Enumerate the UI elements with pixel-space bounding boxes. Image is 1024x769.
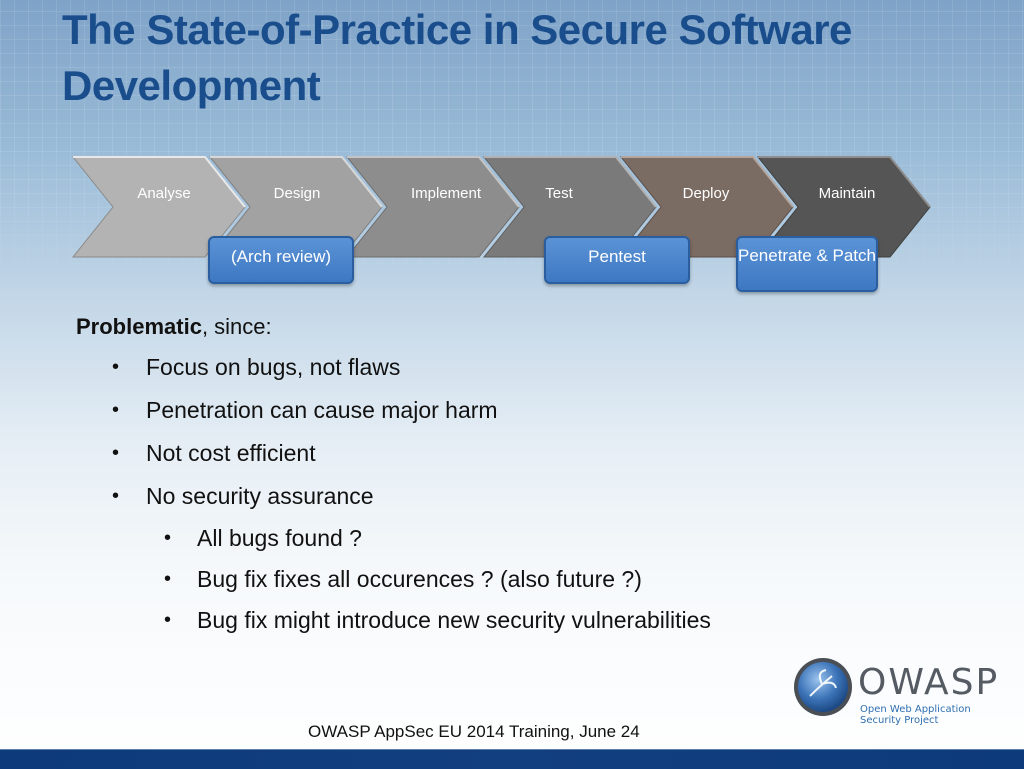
list-item-text: Bug fix might introduce new security vul… <box>197 607 711 633</box>
bullet-icon: • <box>112 442 120 464</box>
bullet-icon: • <box>164 609 172 631</box>
logo-wordmark: OWASP <box>858 662 1000 703</box>
logo-subtitle-line: Open Web Application <box>860 704 971 715</box>
bullet-icon: • <box>164 568 172 590</box>
list-item: • No security assurance <box>76 475 711 518</box>
callout-pentest: Pentest <box>544 236 690 284</box>
slide-body: Problematic, since: • Focus on bugs, not … <box>76 312 711 641</box>
list-item-text: No security assurance <box>146 483 374 509</box>
list-item: • Not cost efficient <box>76 432 711 475</box>
footer-bar <box>0 749 1024 769</box>
list-item: • Focus on bugs, not flaws <box>76 346 711 389</box>
owasp-logo: OWASP Open Web Application Security Proj… <box>792 656 997 728</box>
bullet-icon: • <box>164 527 172 549</box>
process-step-label: Deploy <box>682 185 730 202</box>
process-step-label: Maintain <box>818 185 876 202</box>
sub-list-item: • Bug fix fixes all occurences ? (also fu… <box>76 559 711 600</box>
list-item-text: All bugs found ? <box>197 525 362 551</box>
list-item-text: Not cost efficient <box>146 440 316 466</box>
slide-title: The State-of-Practice in Secure Software… <box>62 6 852 109</box>
intro-line: Problematic, since: <box>76 312 711 342</box>
list-item-text: Penetration can cause major harm <box>146 397 498 423</box>
callout-arch-review: (Arch review) <box>208 236 354 284</box>
list-item: • Penetration can cause major harm <box>76 389 711 432</box>
sub-list-item: • Bug fix might introduce new security vu… <box>76 600 711 641</box>
list-item-text: Bug fix fixes all occurences ? (also fut… <box>197 566 642 592</box>
callout-penetrate-patch: Penetrate & Patch <box>736 236 878 292</box>
bullet-icon: • <box>112 485 120 507</box>
footer-caption: OWASP AppSec EU 2014 Training, June 24 <box>308 722 640 741</box>
bullet-list: • Focus on bugs, not flaws • Penetration c… <box>76 346 711 518</box>
process-step-label: Analyse <box>137 185 191 202</box>
process-step-label: Design <box>273 185 321 202</box>
wasp-globe-icon <box>794 658 852 716</box>
bullet-icon: • <box>112 356 120 378</box>
sub-list-item: • All bugs found ? <box>76 518 711 559</box>
logo-subtitle-line: Security Project <box>860 715 939 726</box>
logo-subtitle: Open Web Application Security Project <box>860 704 971 726</box>
intro-bold: Problematic <box>76 314 202 339</box>
bullet-icon: • <box>112 399 120 421</box>
sub-bullet-list: • All bugs found ? • Bug fix fixes all occ… <box>76 518 711 641</box>
intro-rest: , since: <box>201 314 272 339</box>
list-item-text: Focus on bugs, not flaws <box>146 354 401 380</box>
process-step-label: Test <box>545 185 573 202</box>
